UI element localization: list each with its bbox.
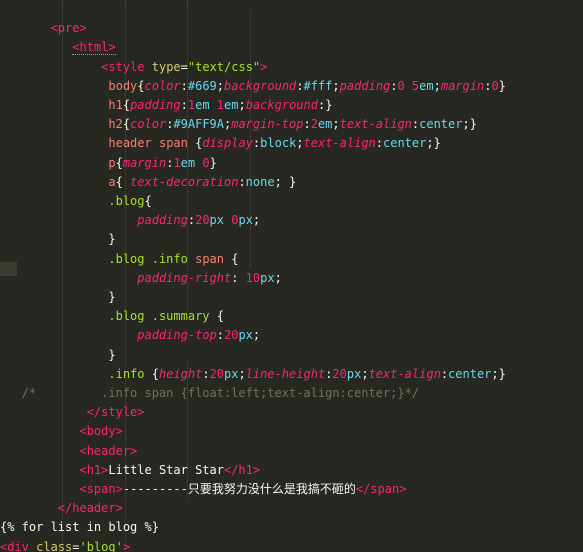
code-line[interactable]: body{color:#669;background:#fff;padding:… bbox=[0, 79, 506, 93]
code-line[interactable]: a{ text-decoration:none; } bbox=[0, 175, 296, 189]
code-line[interactable]: .blog{ bbox=[0, 194, 151, 208]
code-editor[interactable]: <pre> <html> <style type="text/css"> bod… bbox=[0, 0, 583, 552]
code-line[interactable]: <span>---------只要我努力没什么是我搞不砸的</span> bbox=[0, 482, 406, 496]
code-line[interactable]: padding-right: 10px; bbox=[0, 271, 282, 285]
code-line[interactable]: </style> bbox=[0, 405, 145, 419]
code-line[interactable]: <style type="text/css"> bbox=[0, 60, 267, 74]
code-line[interactable]: padding:20px 0px; bbox=[0, 213, 260, 227]
code-line[interactable]: .blog .info span { bbox=[0, 252, 238, 266]
code-line[interactable]: /* .info span {float:left;text-align:cen… bbox=[0, 386, 419, 400]
code-line[interactable]: header span {display:block;text-align:ce… bbox=[0, 136, 440, 150]
code-line[interactable]: p{margin:1em 0} bbox=[0, 156, 216, 170]
code-line[interactable]: </header> bbox=[0, 501, 123, 515]
code-line[interactable]: <h1>Little Star Star</h1> bbox=[0, 463, 260, 477]
code-line[interactable]: .info {height:20px;line-height:20px;text… bbox=[0, 367, 505, 381]
code-line[interactable]: <header> bbox=[0, 444, 137, 458]
code-line[interactable]: <body> bbox=[0, 424, 122, 438]
code-content[interactable]: <pre> <html> <style type="text/css"> bod… bbox=[0, 0, 583, 552]
code-line[interactable]: h1{padding:1em 1em;background:} bbox=[0, 98, 332, 112]
code-line[interactable]: } bbox=[0, 348, 115, 362]
code-line[interactable]: padding-top:20px; bbox=[0, 328, 260, 342]
code-line[interactable]: {% for list in blog %} bbox=[0, 520, 159, 534]
code-line[interactable]: } bbox=[0, 290, 115, 304]
code-line[interactable]: <div class='blog'> bbox=[0, 540, 130, 552]
code-line[interactable]: <pre> bbox=[0, 21, 87, 35]
code-line[interactable]: } bbox=[0, 232, 115, 246]
code-line[interactable]: h2{color:#9AFF9A;margin-top:2em;text-ali… bbox=[0, 117, 477, 131]
code-line[interactable]: .blog .summary { bbox=[0, 309, 224, 323]
code-line[interactable]: <html> bbox=[0, 40, 116, 56]
